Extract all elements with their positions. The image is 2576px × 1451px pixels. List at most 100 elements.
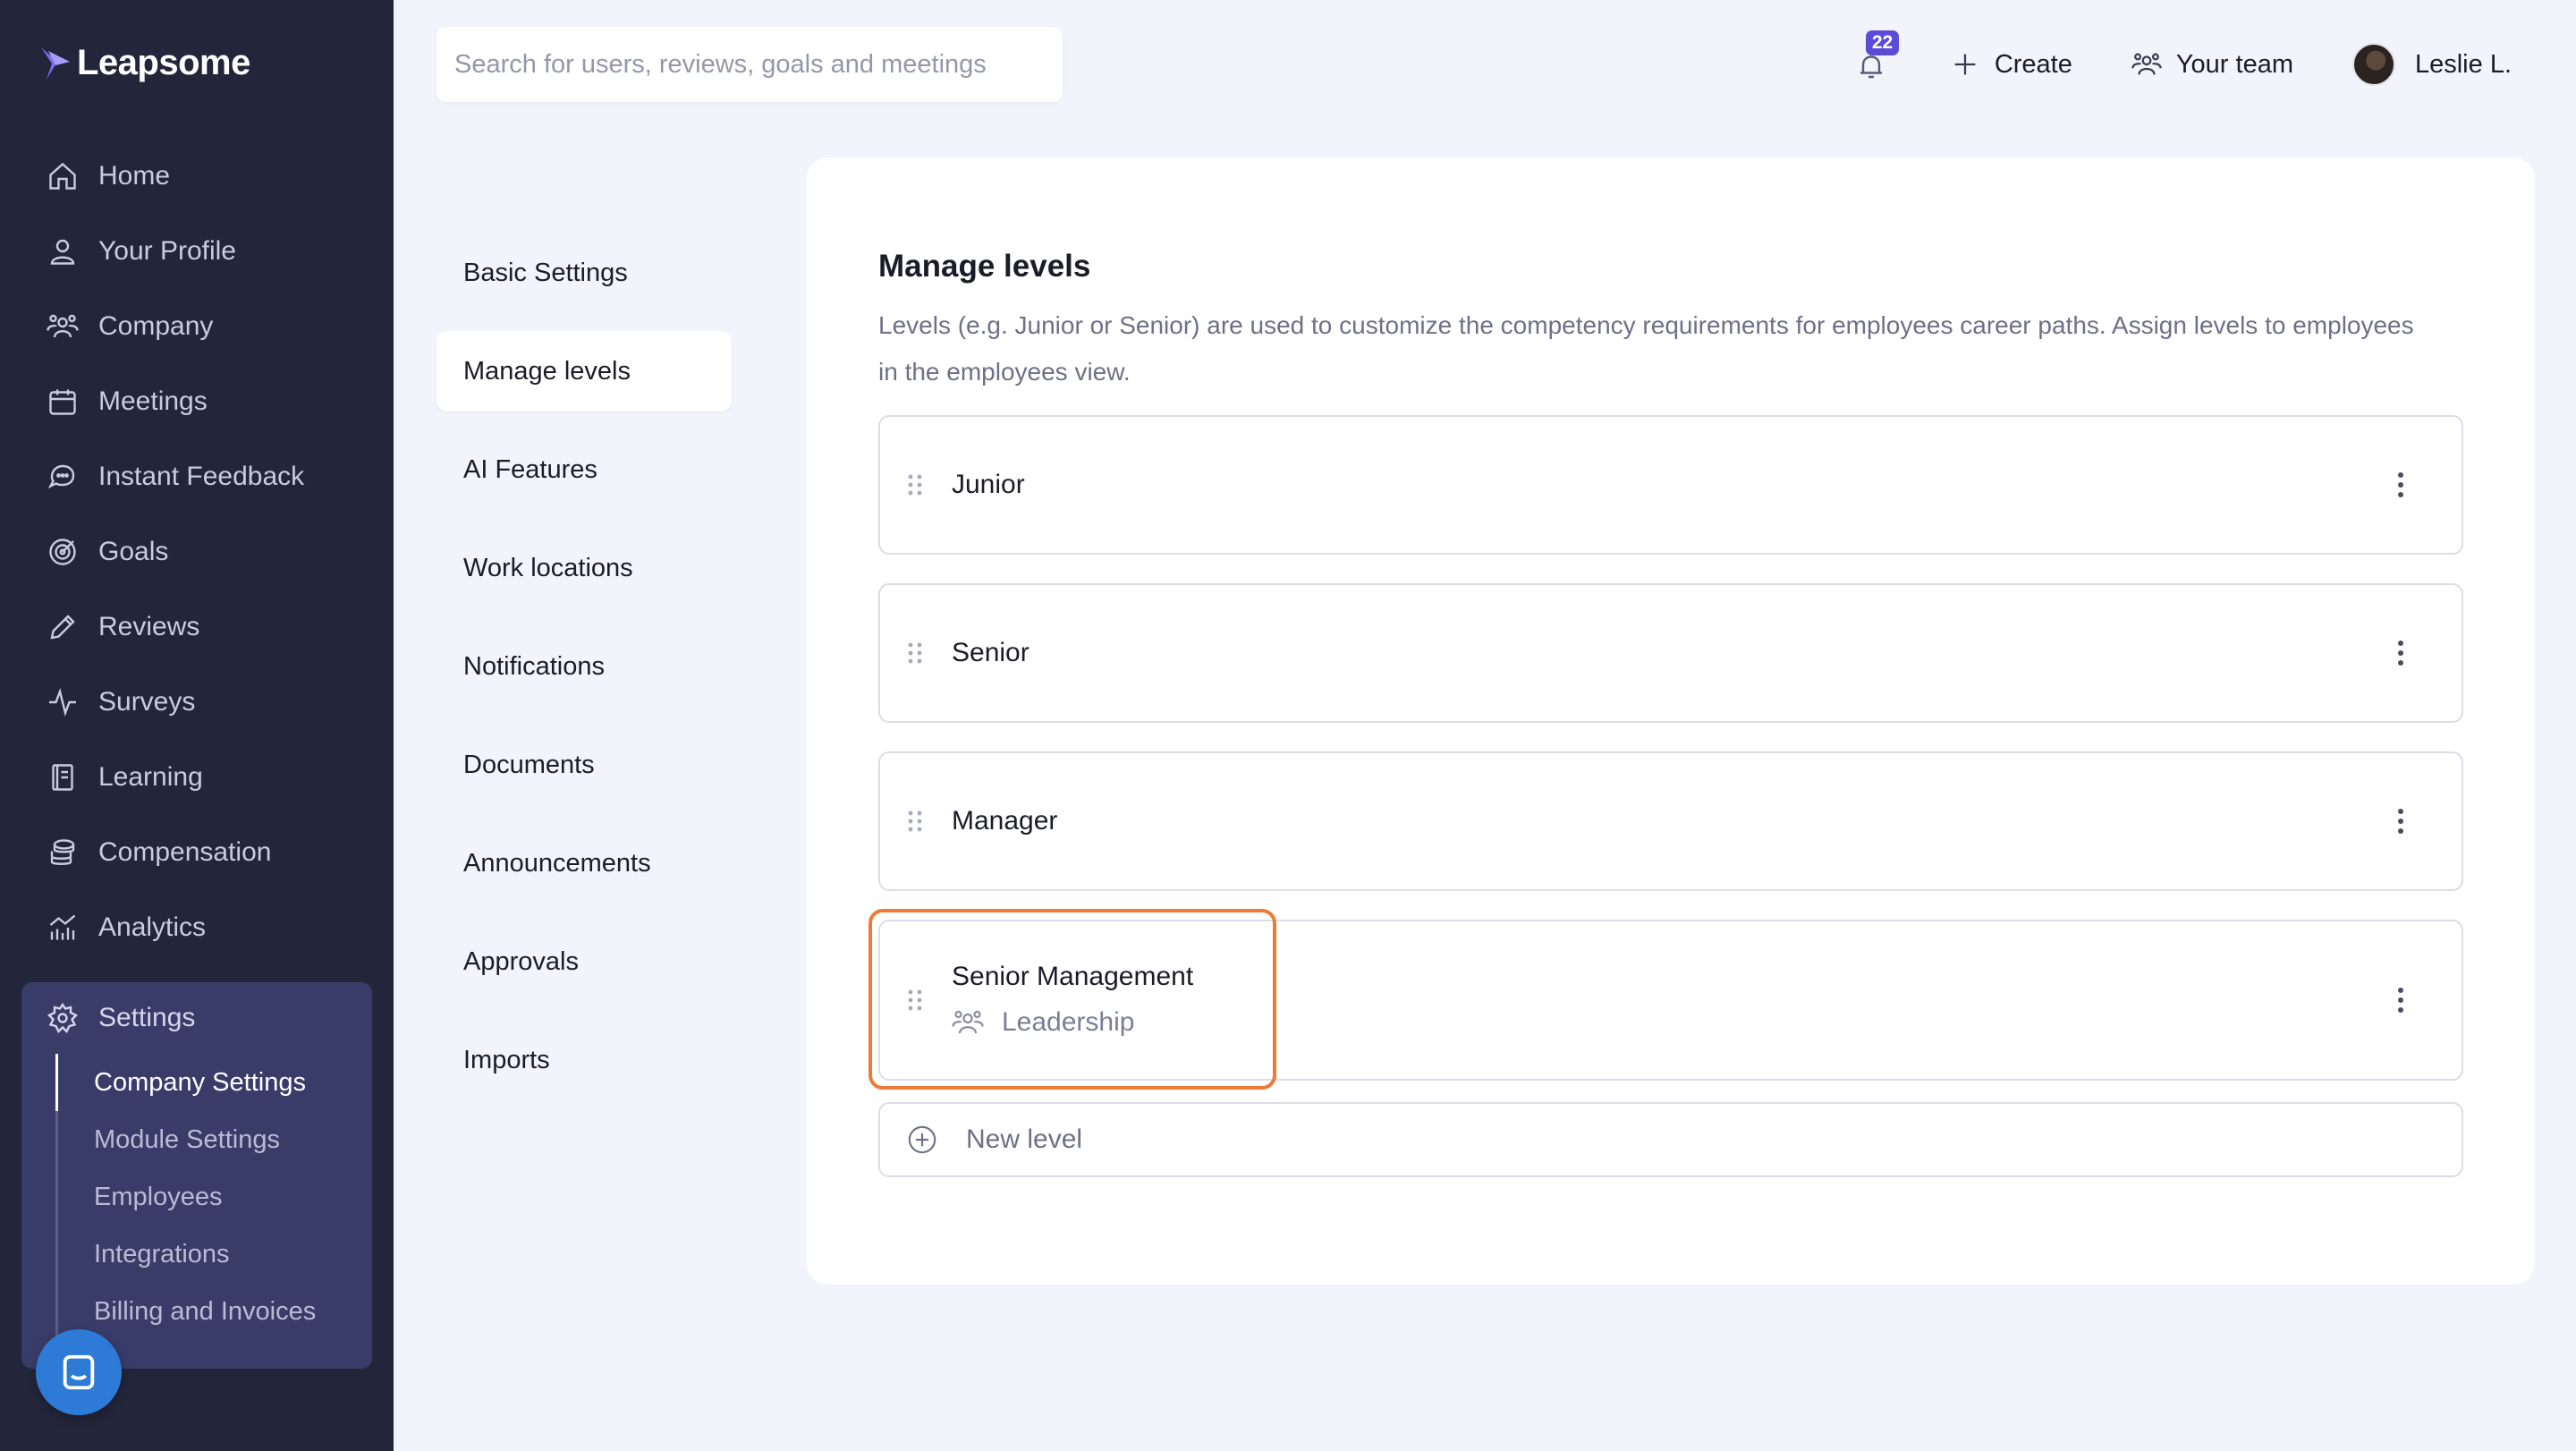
user-icon <box>50 239 75 265</box>
sidebar-item-label: Settings <box>98 1003 196 1032</box>
level-group-name: Leadership <box>1002 1007 1135 1037</box>
drag-handle-icon[interactable] <box>907 473 923 496</box>
chart-icon <box>49 914 76 940</box>
sidebar-item-settings[interactable]: Settings <box>21 982 372 1054</box>
sidebar-item-label: Goals <box>98 537 169 566</box>
group-icon <box>952 1010 984 1034</box>
level-text: Manager <box>952 806 1057 836</box>
notifications-button[interactable]: 22 <box>1846 30 1900 97</box>
level-name: Senior Management <box>952 962 1194 991</box>
create-label: Create <box>1994 49 2072 79</box>
levels-list: Junior Senior Manager Senior Management <box>869 415 2463 1177</box>
sidebar-item-reviews[interactable]: Reviews <box>0 590 394 665</box>
new-level-label: New level <box>966 1124 1083 1154</box>
drag-handle-icon[interactable] <box>907 989 923 1012</box>
settings-section: Settings Company Settings Module Setting… <box>21 982 372 1369</box>
create-button[interactable]: Create <box>1950 49 2072 80</box>
more-options-icon[interactable] <box>2395 471 2406 499</box>
sidebar-item-label: Learning <box>98 762 203 792</box>
level-text: Junior <box>952 470 1025 500</box>
settings-tab-documents[interactable]: Documents <box>436 725 732 805</box>
sidebar-subitem-billing-and-invoices[interactable]: Billing and Invoices <box>55 1283 351 1340</box>
people-icon <box>47 314 79 338</box>
level-row-manager[interactable]: Manager <box>878 751 2463 891</box>
settings-tab-basic-settings[interactable]: Basic Settings <box>436 233 732 313</box>
more-options-icon[interactable] <box>2395 639 2406 667</box>
sidebar-item-label: Instant Feedback <box>98 462 305 491</box>
level-row-junior[interactable]: Junior <box>878 415 2463 555</box>
sidebar-item-label: Compensation <box>98 837 272 867</box>
settings-tab-notifications[interactable]: Notifications <box>436 626 732 707</box>
sidebar-subitem-company-settings[interactable]: Company Settings <box>55 1054 351 1111</box>
sidebar-item-label: Company <box>98 311 214 341</box>
sidebar: Leapsome Home Your Profile Company Meeti… <box>0 0 394 1451</box>
sidebar-item-label: Your Profile <box>98 236 236 266</box>
manage-levels-card: Manage levels Levels (e.g. Junior or Sen… <box>807 157 2535 1285</box>
user-name: Leslie L. <box>2414 49 2512 79</box>
chat-icon <box>47 464 75 489</box>
leapsome-logo[interactable]: Leapsome <box>39 43 250 83</box>
avatar <box>2351 43 2395 86</box>
sidebar-item-analytics[interactable]: Analytics <box>0 890 394 965</box>
level-row-senior[interactable]: Senior <box>878 583 2463 723</box>
page-description: Levels (e.g. Junior or Senior) are used … <box>878 311 2414 386</box>
user-menu[interactable]: Leslie L. <box>2351 43 2512 86</box>
notifications-badge: 22 <box>1865 30 1900 55</box>
sidebar-item-your-profile[interactable]: Your Profile <box>0 214 394 289</box>
sidebar-item-meetings[interactable]: Meetings <box>0 364 394 439</box>
plus-icon <box>1954 54 1976 75</box>
sidebar-item-surveys[interactable]: Surveys <box>0 665 394 740</box>
plus-circle-icon <box>908 1125 936 1154</box>
new-level-button[interactable]: New level <box>878 1102 2463 1177</box>
settings-tab-work-locations[interactable]: Work locations <box>436 528 732 608</box>
sidebar-item-goals[interactable]: Goals <box>0 514 394 590</box>
coins-icon <box>50 839 75 865</box>
settings-sub-list: Company Settings Module Settings Employe… <box>55 1054 351 1340</box>
chat-bubble-icon <box>63 1354 95 1390</box>
level-name: Senior <box>952 638 1030 667</box>
calendar-icon <box>49 389 76 415</box>
settings-tab-imports[interactable]: Imports <box>436 1020 732 1100</box>
level-group: Leadership <box>952 1006 1193 1039</box>
team-icon <box>2131 53 2162 75</box>
sidebar-item-label: Surveys <box>98 687 196 717</box>
sidebar-subitem-employees[interactable]: Employees <box>55 1168 351 1226</box>
sidebar-item-company[interactable]: Company <box>0 289 394 364</box>
more-options-icon[interactable] <box>2395 807 2406 836</box>
settings-tab-announcements[interactable]: Announcements <box>436 823 732 904</box>
drag-handle-icon[interactable] <box>907 810 923 833</box>
main-nav: Home Your Profile Company Meetings Insta… <box>0 139 394 965</box>
search-input[interactable] <box>436 27 1063 102</box>
sidebar-item-label: Meetings <box>98 386 208 416</box>
pulse-icon <box>49 687 76 717</box>
book-icon <box>52 764 73 791</box>
settings-tab-ai-features[interactable]: AI Features <box>436 429 732 510</box>
sidebar-item-instant-feedback[interactable]: Instant Feedback <box>0 439 394 514</box>
your-team-button[interactable]: Your team <box>2131 49 2293 80</box>
support-chat-button[interactable] <box>36 1329 122 1415</box>
more-options-icon[interactable] <box>2395 986 2406 1014</box>
sidebar-item-learning[interactable]: Learning <box>0 740 394 815</box>
drag-handle-icon[interactable] <box>907 641 923 665</box>
gear-icon <box>47 1002 79 1034</box>
leapsome-logo-icon <box>41 47 70 80</box>
sidebar-item-label: Reviews <box>98 612 200 641</box>
brand-name: Leapsome <box>77 43 250 82</box>
level-row-senior-management[interactable]: Senior Management Leadership <box>869 909 2463 1090</box>
home-icon <box>49 162 76 190</box>
settings-tab-approvals[interactable]: Approvals <box>436 921 732 1002</box>
settings-tab-manage-levels[interactable]: Manage levels <box>436 331 732 412</box>
sidebar-item-compensation[interactable]: Compensation <box>0 815 394 890</box>
sidebar-subitem-integrations[interactable]: Integrations <box>55 1226 351 1283</box>
level-name: Junior <box>952 470 1025 499</box>
settings-menu: Basic Settings Manage levels AI Features… <box>436 233 732 1118</box>
target-icon <box>49 539 76 565</box>
sidebar-subitem-module-settings[interactable]: Module Settings <box>55 1111 351 1168</box>
topbar-actions: 22 Create Your team Leslie L. <box>1846 30 2512 97</box>
your-team-label: Your team <box>2175 49 2293 79</box>
page-title: Manage levels <box>878 249 1091 284</box>
level-text: Senior <box>952 638 1030 668</box>
sidebar-item-home[interactable]: Home <box>0 139 394 214</box>
sidebar-item-label: Analytics <box>98 912 207 942</box>
level-name: Manager <box>952 806 1058 836</box>
